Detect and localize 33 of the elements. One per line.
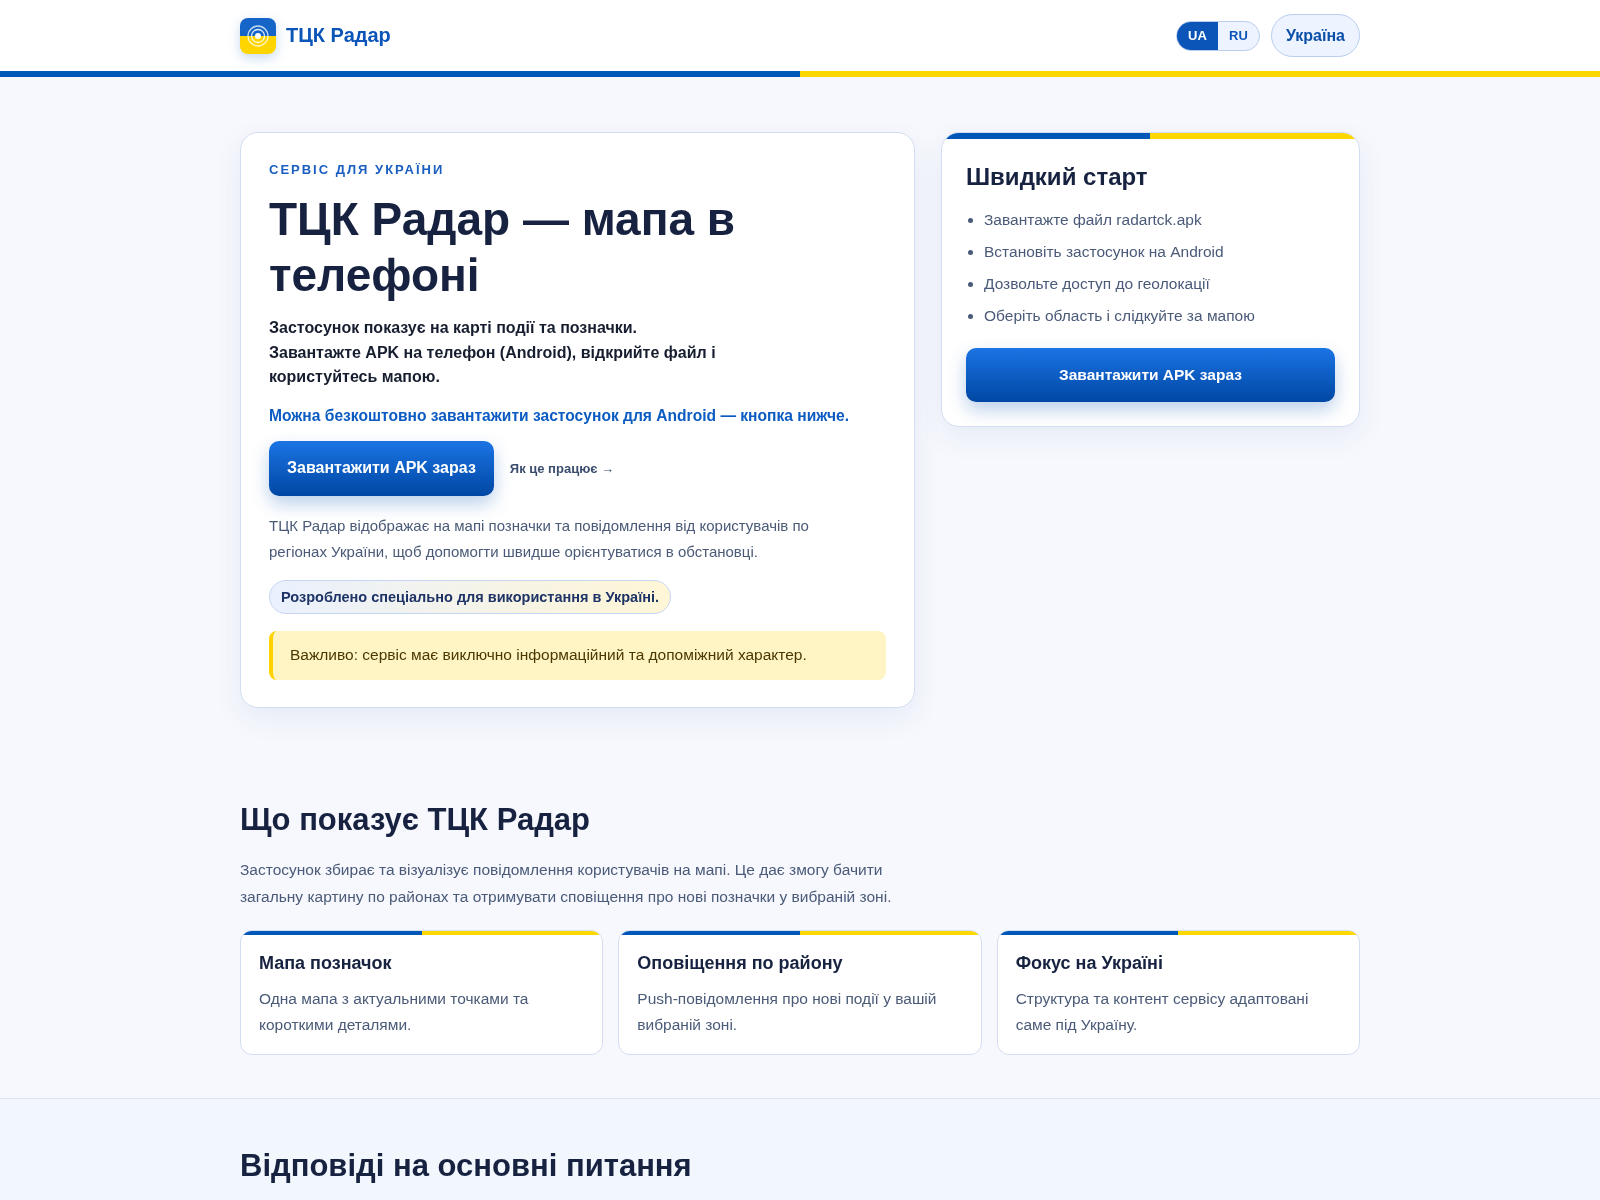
- download-button[interactable]: Завантажити APK зараз: [966, 348, 1335, 402]
- bullet-icon: [968, 313, 973, 319]
- section-title: Відповіді на основні питання: [240, 1146, 693, 1185]
- country-button[interactable]: Україна: [1270, 14, 1360, 57]
- language-tab[interactable]: UA: [1176, 21, 1218, 50]
- hero-title: ТЦК Радар — мапа в телефоні: [269, 192, 737, 303]
- notice-banner: Важливо: сервіс має виключно інформаційний та допоміжний характер.: [269, 630, 886, 680]
- download-button[interactable]: Завантажити APK зараз: [269, 440, 494, 496]
- section-title: Що показує ТЦК Радар: [240, 800, 592, 839]
- step-text: Дозвольте доступ до геолокації: [984, 274, 1210, 294]
- hero-eyebrow: СЕРВІС ДЛЯ УКРАЇНИ: [269, 162, 446, 178]
- feature-title: Мапа позначок: [259, 951, 393, 974]
- feature-text: Push-повідомлення про нові події у вашій вибраній зоні.: [637, 988, 938, 1035]
- free-download-note: Можна безкоштовно завантажити застосунок для Android — кнопка нижче.: [269, 405, 850, 426]
- bullet-icon: [968, 281, 973, 287]
- quick-start-title: Швидкий старт: [966, 162, 1149, 192]
- usage-badge: Розроблено спеціально для використання в Україні.: [269, 579, 672, 614]
- hero-lead: Застосунок показує на карті події та позначки. Завантажте APK на телефон (Android), відкрийте файл і користуйтесь мапою.: [269, 318, 717, 387]
- bullet-icon: [968, 217, 973, 223]
- feature-text: Структура та контент сервісу адаптовані саме під Україну.: [1015, 988, 1310, 1035]
- section-intro: Застосунок збирає та візуалізує повідомлення користувачів на мапі. Це дає змогу бачити загальну картину по районах та отримувати сповіщення про нові позначки у вибраній зоні.: [240, 859, 893, 907]
- step-text: Завантажте файл radartck.apk: [984, 210, 1202, 230]
- how-it-works-link[interactable]: Як це працює →: [509, 460, 615, 476]
- feature-title: Оповіщення по району: [637, 951, 844, 974]
- step-text: Встановіть застосунок на Android: [984, 242, 1224, 262]
- bullet-icon: [968, 249, 973, 255]
- brand-name[interactable]: ТЦК Радар: [286, 24, 391, 47]
- language-tab[interactable]: RU: [1217, 21, 1259, 50]
- radar-logo-icon: [240, 17, 276, 54]
- step-text: Оберіть область і слідкуйте за мапою: [984, 306, 1255, 326]
- feature-title: Фокус на Україні: [1015, 951, 1164, 974]
- feature-text: Одна мапа з актуальними точками та короткими деталями.: [259, 988, 530, 1035]
- hero-description: ТЦК Радар відображає на мапі позначки та повідомлення від користувачів по регіонах України, щоб допомогти швидше орієнтуватися в обстановці.: [269, 515, 810, 562]
